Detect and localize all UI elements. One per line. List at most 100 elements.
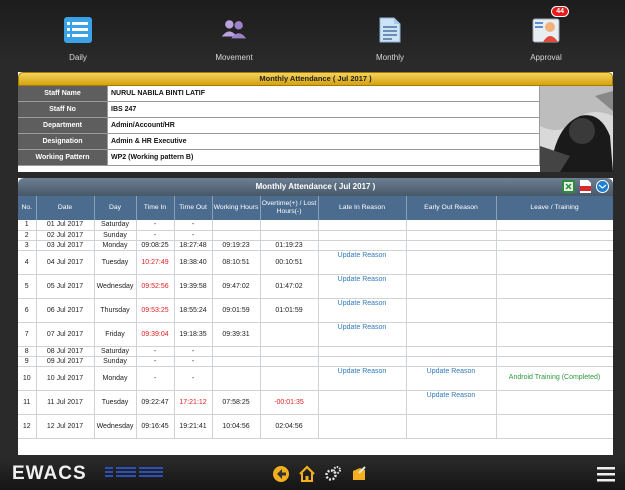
cell-work: [212, 356, 261, 367]
cell-out: -: [174, 346, 213, 357]
info-value: Admin & HR Executive: [108, 134, 540, 149]
cell-early: [406, 298, 497, 323]
cell-early: [406, 356, 497, 367]
cell-day: Sunday: [94, 356, 137, 367]
table-row: 7 07 Jul 2017 Friday 09:39:04 19:18:35 09:39:…: [18, 322, 613, 347]
staff-info-panel: Monthly Attendance ( Jul 2017 ) Staff Na…: [18, 72, 613, 172]
col-header: Time Out: [174, 196, 213, 220]
cell-date: 11 Jul 2017: [36, 390, 95, 415]
info-row-working-pattern: Working Pattern WP2 (Working pattern B): [18, 150, 613, 166]
cell-ot: [260, 322, 319, 347]
info-row-department: Department Admin/Account/HR: [18, 118, 613, 134]
cell-no: 6: [18, 298, 37, 323]
table-row: 11 11 Jul 2017 Tuesday 09:22:47 17:21:12 07:5…: [18, 390, 613, 415]
nav-monthly[interactable]: Monthly: [312, 0, 468, 68]
cell-early: [406, 220, 497, 231]
cell-leave: [496, 356, 613, 367]
update-reason-link[interactable]: Update Reason: [319, 324, 406, 331]
footer-actions: [272, 465, 368, 483]
cell-out: 19:21:41: [174, 414, 213, 439]
cell-date: 10 Jul 2017: [36, 366, 95, 391]
update-reason-link[interactable]: Update Reason: [407, 368, 496, 375]
cell-in: -: [136, 356, 175, 367]
cell-out: 18:55:24: [174, 298, 213, 323]
cell-date: 07 Jul 2017: [36, 322, 95, 347]
nav-monthly-label: Monthly: [375, 53, 404, 62]
cell-ot: [260, 356, 319, 367]
info-label: Staff Name: [18, 86, 108, 101]
approval-user-icon: 44: [532, 6, 569, 44]
cell-no: 12: [18, 414, 37, 439]
cell-early: Update Reason: [406, 366, 497, 391]
col-header: Overtime(+) / Lost Hours(-): [260, 196, 319, 220]
update-reason-link[interactable]: Update Reason: [319, 276, 406, 283]
col-header: Time In: [136, 196, 175, 220]
cell-early: [406, 230, 497, 241]
cell-early: [406, 274, 497, 299]
update-reason-link[interactable]: Update Reason: [407, 392, 496, 399]
nav-movement[interactable]: Movement: [156, 0, 312, 68]
col-header: Working Hours: [212, 196, 261, 220]
cell-work: 09:39:31: [212, 322, 261, 347]
update-reason-link[interactable]: Update Reason: [319, 368, 406, 375]
table-row: 12 12 Jul 2017 Wednesday 09:16:45 19:21:41 10…: [18, 414, 613, 439]
info-value: Admin/Account/HR: [108, 118, 540, 133]
cell-day: Wednesday: [94, 274, 137, 299]
cell-date: 08 Jul 2017: [36, 346, 95, 357]
leave-training-status[interactable]: Android Training (Completed): [509, 374, 600, 381]
cell-late: [318, 356, 407, 367]
cell-ot: 01:01:59: [260, 298, 319, 323]
cell-late: Update Reason: [318, 366, 407, 391]
ewacs-logo: EWACS: [12, 463, 87, 484]
menu-hamburger-icon[interactable]: [597, 466, 615, 482]
cell-late: [318, 230, 407, 241]
cell-out: -: [174, 356, 213, 367]
cell-date: 04 Jul 2017: [36, 250, 95, 275]
cell-late: Update Reason: [318, 250, 407, 275]
cell-late: [318, 390, 407, 415]
col-header: Leave / Training: [496, 196, 613, 220]
cell-no: 4: [18, 250, 37, 275]
cell-work: 07:58:25: [212, 390, 261, 415]
cell-out: -: [174, 220, 213, 231]
cell-early: [406, 240, 497, 251]
cell-day: Wednesday: [94, 414, 137, 439]
cell-ot: 00:10:51: [260, 250, 319, 275]
update-reason-link[interactable]: Update Reason: [319, 300, 406, 307]
table-row: 5 05 Jul 2017 Wednesday 09:52:56 19:39:58 09:…: [18, 274, 613, 299]
pdf-export-icon[interactable]: [579, 180, 592, 193]
cell-work: 08:10:51: [212, 250, 261, 275]
attendance-table: No. Date Day Time In Time Out Working Ho…: [18, 196, 613, 439]
nav-approval[interactable]: 44 Approval: [468, 0, 624, 68]
logout-icon[interactable]: [350, 465, 368, 483]
cell-day: Friday: [94, 322, 137, 347]
cell-ot: [260, 230, 319, 241]
cell-leave: [496, 274, 613, 299]
cell-out: -: [174, 366, 213, 391]
col-header: Late In Reason: [318, 196, 407, 220]
cell-late: Update Reason: [318, 274, 407, 299]
home-icon[interactable]: [298, 465, 316, 483]
nav-movement-label: Movement: [215, 53, 253, 62]
staff-panel-title: Monthly Attendance ( Jul 2017 ): [18, 72, 613, 86]
attendance-title: Monthly Attendance ( Jul 2017 ): [255, 182, 376, 191]
cell-ot: 02:04:56: [260, 414, 319, 439]
settings-gears-icon[interactable]: [324, 465, 342, 483]
update-reason-link[interactable]: Update Reason: [319, 252, 406, 259]
cell-late: Update Reason: [318, 298, 407, 323]
attendance-panel: Monthly Attendance ( Jul 2017 ) No. Date…: [18, 178, 613, 455]
cell-date: 01 Jul 2017: [36, 220, 95, 231]
cell-work: 09:47:02: [212, 274, 261, 299]
cell-ot: [260, 366, 319, 391]
info-label: Working Pattern: [18, 150, 108, 165]
excel-export-icon[interactable]: [562, 180, 575, 193]
cell-no: 2: [18, 230, 37, 241]
table-row: 1 01 Jul 2017 Saturday - -: [18, 220, 613, 231]
nav-daily[interactable]: Daily: [0, 0, 156, 68]
col-header: Early Out Reason: [406, 196, 497, 220]
cell-leave: [496, 346, 613, 357]
email-send-icon[interactable]: [596, 180, 609, 193]
back-arrow-icon[interactable]: [272, 465, 290, 483]
nav-approval-label: Approval: [530, 53, 562, 62]
cell-day: Monday: [94, 366, 137, 391]
